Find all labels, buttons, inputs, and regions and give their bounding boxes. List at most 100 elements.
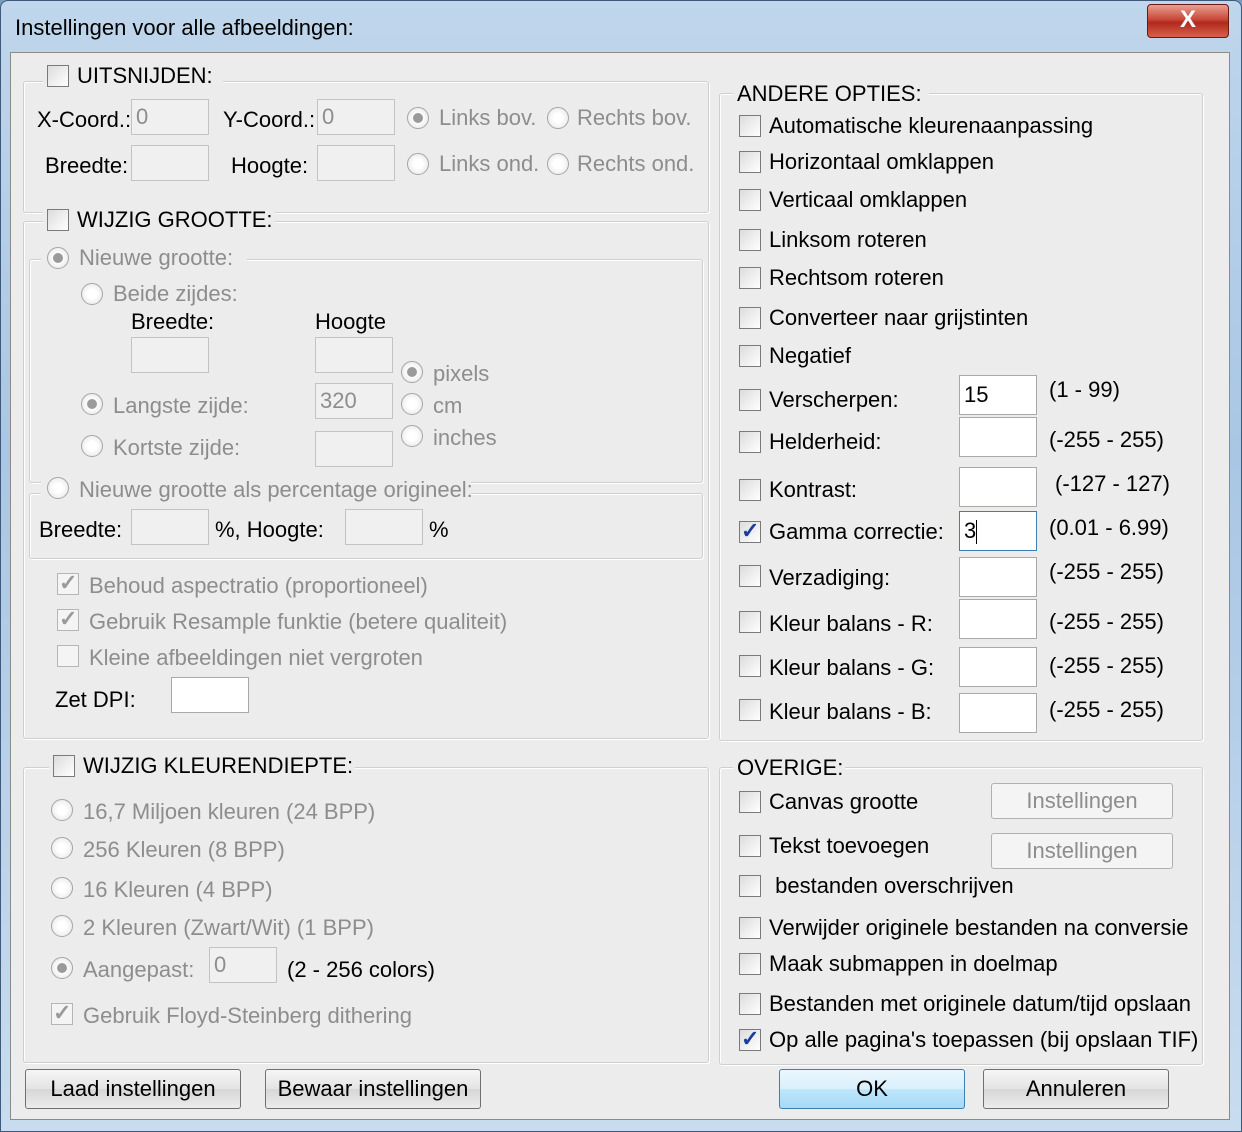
y-coord-input[interactable]: 0 — [317, 99, 395, 135]
pct-height-label: %, Hoogte: — [215, 517, 324, 542]
crop-width-input[interactable] — [131, 145, 209, 181]
no-enlarge-checkbox[interactable] — [57, 645, 79, 667]
gamma-checkbox[interactable] — [739, 518, 761, 544]
radio-percentage[interactable] — [47, 477, 69, 499]
sharpen-checkbox[interactable] — [739, 389, 761, 411]
contrast-range: (-127 - 127) — [1055, 471, 1170, 496]
radio-unit-pixels[interactable] — [401, 361, 423, 383]
canvas-settings-button[interactable]: Instellingen — [991, 783, 1173, 819]
brightness-input[interactable] — [959, 417, 1037, 457]
unit-inches-label: inches — [433, 425, 497, 450]
gamma-input[interactable]: 3 — [959, 511, 1037, 551]
flip-h-label: Horizontaal omklappen — [769, 149, 995, 174]
balance-b-checkbox[interactable] — [739, 699, 761, 721]
resample-checkbox[interactable] — [57, 606, 79, 632]
balance-r-input[interactable] — [959, 599, 1037, 639]
resize-width-input[interactable] — [131, 337, 209, 373]
keep-aspect-checkbox[interactable] — [57, 570, 79, 596]
gamma-range: (0.01 - 6.99) — [1049, 515, 1169, 540]
dithering-label: Gebruik Floyd-Steinberg dithering — [83, 1003, 412, 1028]
rotate-right-checkbox[interactable] — [739, 267, 761, 289]
radio-8bpp[interactable] — [51, 837, 73, 859]
radio-unit-inches[interactable] — [401, 425, 423, 447]
opt-24bpp-label: 16,7 Miljoen kleuren (24 BPP) — [83, 799, 376, 824]
bottom-left-label: Links ond. — [439, 151, 540, 176]
gamma-label: Gamma correctie: — [769, 519, 944, 544]
color-depth-checkbox[interactable] — [53, 755, 75, 777]
title-bar[interactable]: Instellingen voor alle afbeeldingen: X — [1, 1, 1241, 53]
save-settings-button[interactable]: Bewaar instellingen — [265, 1069, 481, 1109]
balance-g-input[interactable] — [959, 647, 1037, 687]
radio-bottom-right[interactable] — [547, 153, 569, 175]
radio-1bpp[interactable] — [51, 915, 73, 937]
radio-custom[interactable] — [51, 957, 73, 979]
shortest-side-label: Kortste zijde: — [113, 435, 241, 460]
auto-color-checkbox[interactable] — [739, 115, 761, 137]
dpi-input[interactable] — [171, 677, 249, 713]
window-title: Instellingen voor alle afbeeldingen: — [15, 15, 354, 40]
radio-shortest-side[interactable] — [81, 435, 103, 457]
saturation-checkbox[interactable] — [739, 565, 761, 587]
dialog-client-area: UITSNIJDEN: X-Coord.: 0 Y-Coord.: 0 Link… — [10, 52, 1230, 1120]
radio-unit-cm[interactable] — [401, 393, 423, 415]
dpi-label: Zet DPI: — [55, 687, 136, 712]
crop-checkbox[interactable] — [47, 65, 69, 87]
longest-side-input[interactable]: 320 — [315, 383, 393, 419]
top-right-label: Rechts bov. — [577, 105, 692, 130]
text-checkbox[interactable] — [739, 835, 761, 857]
radio-both-sides[interactable] — [81, 283, 103, 305]
overwrite-checkbox[interactable] — [739, 875, 761, 897]
radio-top-left[interactable] — [407, 107, 429, 129]
rotate-right-label: Rechtsom roteren — [769, 265, 944, 290]
text-settings-button[interactable]: Instellingen — [991, 833, 1173, 869]
balance-b-input[interactable] — [959, 693, 1037, 733]
both-sides-label: Beide zijdes: — [113, 281, 238, 306]
ok-button[interactable]: OK — [779, 1069, 965, 1109]
pct-width-input[interactable] — [131, 509, 209, 545]
pct-height-input[interactable] — [345, 509, 423, 545]
custom-colors-input[interactable]: 0 — [209, 947, 277, 983]
flip-v-checkbox[interactable] — [739, 189, 761, 211]
close-button[interactable]: X — [1147, 4, 1229, 38]
resize-height-input[interactable] — [315, 337, 393, 373]
rotate-left-checkbox[interactable] — [739, 229, 761, 251]
grayscale-checkbox[interactable] — [739, 307, 761, 329]
flip-h-checkbox[interactable] — [739, 151, 761, 173]
saturation-input[interactable] — [959, 557, 1037, 597]
balance-r-checkbox[interactable] — [739, 611, 761, 633]
saturation-label: Verzadiging: — [769, 565, 891, 590]
canvas-checkbox[interactable] — [739, 791, 761, 813]
resize-checkbox[interactable] — [47, 209, 69, 231]
contrast-checkbox[interactable] — [739, 479, 761, 501]
all-pages-checkbox[interactable] — [739, 1026, 761, 1052]
gamma-value: 3 — [964, 518, 977, 543]
keep-date-checkbox[interactable] — [739, 993, 761, 1015]
brightness-checkbox[interactable] — [739, 431, 761, 453]
cancel-button[interactable]: Annuleren — [983, 1069, 1169, 1109]
radio-longest-side[interactable] — [81, 393, 103, 415]
contrast-input[interactable] — [959, 467, 1037, 507]
delete-originals-label: Verwijder originele bestanden na convers… — [769, 915, 1189, 940]
sharpen-input[interactable]: 15 — [959, 375, 1037, 415]
balance-g-checkbox[interactable] — [739, 655, 761, 677]
crop-height-input[interactable] — [317, 145, 395, 181]
radio-4bpp[interactable] — [51, 877, 73, 899]
brightness-range: (-255 - 255) — [1049, 427, 1164, 452]
radio-top-right[interactable] — [547, 107, 569, 129]
load-settings-button[interactable]: Laad instellingen — [25, 1069, 241, 1109]
other-options-title: ANDERE OPTIES: — [737, 81, 922, 106]
text-caret — [976, 520, 978, 545]
x-coord-input[interactable]: 0 — [131, 99, 209, 135]
shortest-side-input[interactable] — [315, 431, 393, 467]
balance-r-label: Kleur balans - R: — [769, 611, 933, 636]
subfolders-checkbox[interactable] — [739, 953, 761, 975]
radio-bottom-left[interactable] — [407, 153, 429, 175]
pct-suffix: % — [429, 517, 449, 542]
unit-pixels-label: pixels — [433, 361, 490, 386]
radio-new-size[interactable] — [47, 247, 69, 269]
negative-checkbox[interactable] — [739, 345, 761, 367]
sharpen-range: (1 - 99) — [1049, 377, 1120, 402]
dithering-checkbox[interactable] — [51, 1000, 73, 1026]
delete-originals-checkbox[interactable] — [739, 917, 761, 939]
radio-24bpp[interactable] — [51, 799, 73, 821]
